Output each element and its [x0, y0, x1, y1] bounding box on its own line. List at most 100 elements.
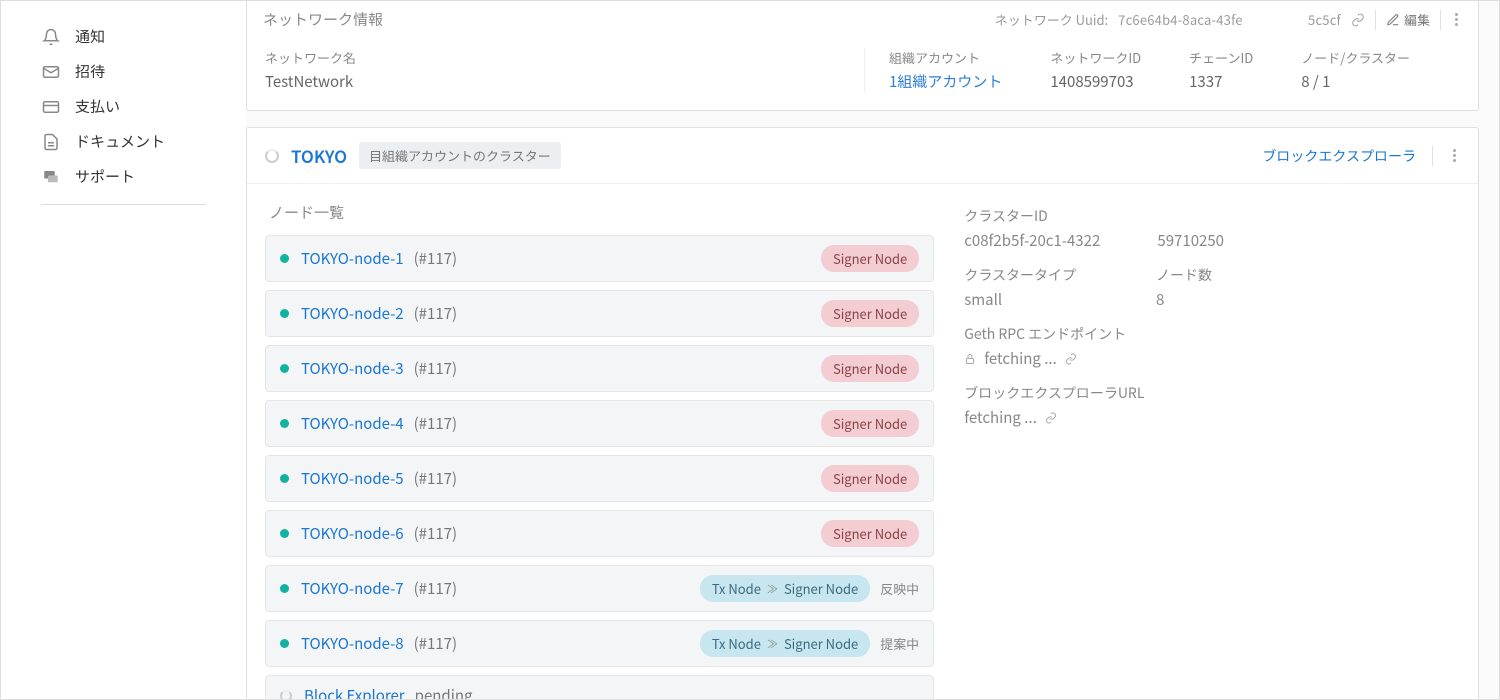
- tx-label: Tx Node: [712, 579, 761, 598]
- cluster-type-value: small: [964, 289, 1076, 310]
- sidebar-item-notifications[interactable]: 通知: [41, 19, 246, 54]
- block-explorer-link[interactable]: ブロックエクスプローラ: [1262, 146, 1416, 166]
- network-id-block: ネットワークID 1408599703: [1050, 48, 1141, 92]
- block-explorer-row[interactable]: Block Explorer pending: [265, 675, 934, 699]
- pencil-icon: [1386, 13, 1400, 27]
- node-cluster-block: ノード/クラスター 8 / 1: [1301, 48, 1410, 92]
- cluster-owner-badge: 目組織アカウントのクラスター: [359, 142, 561, 169]
- node-id: (#117): [414, 248, 457, 269]
- nodes-list-title: ノード一覧: [265, 202, 934, 223]
- node-name[interactable]: TOKYO-node-2: [301, 303, 404, 324]
- uuid-label: ネットワーク Uuid:: [995, 10, 1108, 29]
- rpc-endpoint-label: Geth RPC エンドポイント: [964, 324, 1460, 344]
- network-id-value: 1408599703: [1050, 71, 1141, 92]
- node-count-value: 8: [1156, 289, 1212, 310]
- mail-icon: [41, 62, 61, 82]
- card-icon: [41, 97, 61, 117]
- node-id: (#117): [414, 413, 457, 434]
- network-info-panel: ネットワーク情報 ネットワーク Uuid: 7c6e64b4-8aca-43fe…: [246, 1, 1479, 111]
- node-name[interactable]: TOKYO-node-3: [301, 358, 404, 379]
- node-id: (#117): [414, 523, 457, 544]
- cluster-more-menu[interactable]: [1449, 145, 1460, 166]
- rpc-endpoint-value: fetching ...: [984, 348, 1057, 369]
- network-name-value: TestNetwork: [265, 71, 864, 92]
- signer-badge: Signer Node: [821, 465, 919, 492]
- tx-label: Tx Node: [712, 634, 761, 653]
- node-row[interactable]: TOKYO-node-4 (#117) Signer Node: [265, 400, 934, 447]
- node-row[interactable]: TOKYO-node-5 (#117) Signer Node: [265, 455, 934, 502]
- signer-badge: Signer Node: [821, 520, 919, 547]
- edit-label: 編集: [1404, 10, 1430, 29]
- node-id: (#117): [414, 468, 457, 489]
- copy-icon[interactable]: [1045, 412, 1057, 424]
- loading-spinner-icon: [265, 149, 279, 163]
- node-status: 提案中: [880, 634, 919, 653]
- signer-label: Signer Node: [784, 579, 858, 598]
- lock-icon: [964, 353, 976, 365]
- block-explorer-url-label: ブロックエクスプローラURL: [964, 383, 1460, 403]
- node-name[interactable]: TOKYO-node-8: [301, 633, 404, 654]
- org-account-block: 組織アカウント 1組織アカウント: [889, 48, 1002, 92]
- sidebar-item-label: ドキュメント: [75, 131, 165, 152]
- status-dot-icon: [280, 584, 289, 593]
- block-explorer-status: pending: [415, 685, 473, 699]
- chain-id-label: チェーンID: [1189, 48, 1253, 67]
- signer-badge: Signer Node: [821, 410, 919, 437]
- network-id-label: ネットワークID: [1050, 48, 1141, 67]
- node-cluster-value: 8 / 1: [1301, 71, 1410, 92]
- node-name[interactable]: TOKYO-node-1: [301, 248, 404, 269]
- cluster-id-label: クラスターID: [964, 206, 1460, 226]
- edit-button[interactable]: 編集: [1386, 10, 1430, 29]
- document-icon: [41, 132, 61, 152]
- sidebar-item-payment[interactable]: 支払い: [41, 89, 246, 124]
- bell-icon: [41, 27, 61, 47]
- node-row[interactable]: TOKYO-node-8 (#117) Tx Node ≫ Signer Nod…: [265, 620, 934, 667]
- cluster-type-label: クラスタータイプ: [964, 265, 1076, 285]
- uuid-value: 7c6e64b4-8aca-43fe 5c5cf: [1118, 10, 1341, 29]
- node-row[interactable]: TOKYO-node-2 (#117) Signer Node: [265, 290, 934, 337]
- status-dot-icon: [280, 639, 289, 648]
- divider: [1440, 10, 1441, 30]
- signer-badge: Signer Node: [821, 245, 919, 272]
- divider: [1432, 146, 1433, 166]
- copy-icon[interactable]: [1351, 13, 1365, 27]
- org-account-label: 組織アカウント: [889, 48, 1002, 67]
- node-row[interactable]: TOKYO-node-7 (#117) Tx Node ≫ Signer Nod…: [265, 565, 934, 612]
- org-account-link[interactable]: 1組織アカウント: [889, 71, 1002, 92]
- node-row[interactable]: TOKYO-node-6 (#117) Signer Node: [265, 510, 934, 557]
- node-name[interactable]: TOKYO-node-5: [301, 468, 404, 489]
- node-row[interactable]: TOKYO-node-1 (#117) Signer Node: [265, 235, 934, 282]
- cluster-name[interactable]: TOKYO: [291, 143, 347, 168]
- node-name[interactable]: TOKYO-node-7: [301, 578, 404, 599]
- divider: [1375, 10, 1376, 30]
- status-dot-icon: [280, 474, 289, 483]
- network-name-label: ネットワーク名: [265, 48, 864, 67]
- node-name[interactable]: TOKYO-node-6: [301, 523, 404, 544]
- loading-spinner-icon: [280, 690, 292, 700]
- cluster-id-value: c08f2b5f-20c1-4322 59710250: [964, 230, 1460, 251]
- more-menu-button[interactable]: [1451, 9, 1462, 30]
- network-name-block: ネットワーク名 TestNetwork: [265, 48, 864, 92]
- sidebar-divider: [41, 204, 206, 205]
- node-name[interactable]: TOKYO-node-4: [301, 413, 404, 434]
- signer-badge: Signer Node: [821, 300, 919, 327]
- sidebar-item-label: 通知: [75, 26, 105, 47]
- node-cluster-label: ノード/クラスター: [1301, 48, 1410, 67]
- node-id: (#117): [414, 633, 457, 654]
- arrow-icon: ≫: [767, 636, 778, 652]
- node-id: (#117): [414, 578, 457, 599]
- copy-icon[interactable]: [1065, 353, 1077, 365]
- signer-badge: Signer Node: [821, 355, 919, 382]
- sidebar-item-invite[interactable]: 招待: [41, 54, 246, 89]
- node-row[interactable]: TOKYO-node-3 (#117) Signer Node: [265, 345, 934, 392]
- sidebar-item-document[interactable]: ドキュメント: [41, 124, 246, 159]
- sidebar-item-label: 招待: [75, 61, 105, 82]
- node-count-label: ノード数: [1156, 265, 1212, 285]
- cluster-panel: TOKYO 目組織アカウントのクラスター ブロックエクスプローラ ノード一覧 T…: [246, 127, 1479, 699]
- block-explorer-name[interactable]: Block Explorer: [304, 685, 405, 699]
- node-id: (#117): [414, 358, 457, 379]
- status-dot-icon: [280, 529, 289, 538]
- sidebar-item-support[interactable]: サポート: [41, 159, 246, 194]
- block-explorer-url-value: fetching ...: [964, 407, 1037, 428]
- sidebar: 通知 招待 支払い ドキュメント サポート: [1, 1, 246, 699]
